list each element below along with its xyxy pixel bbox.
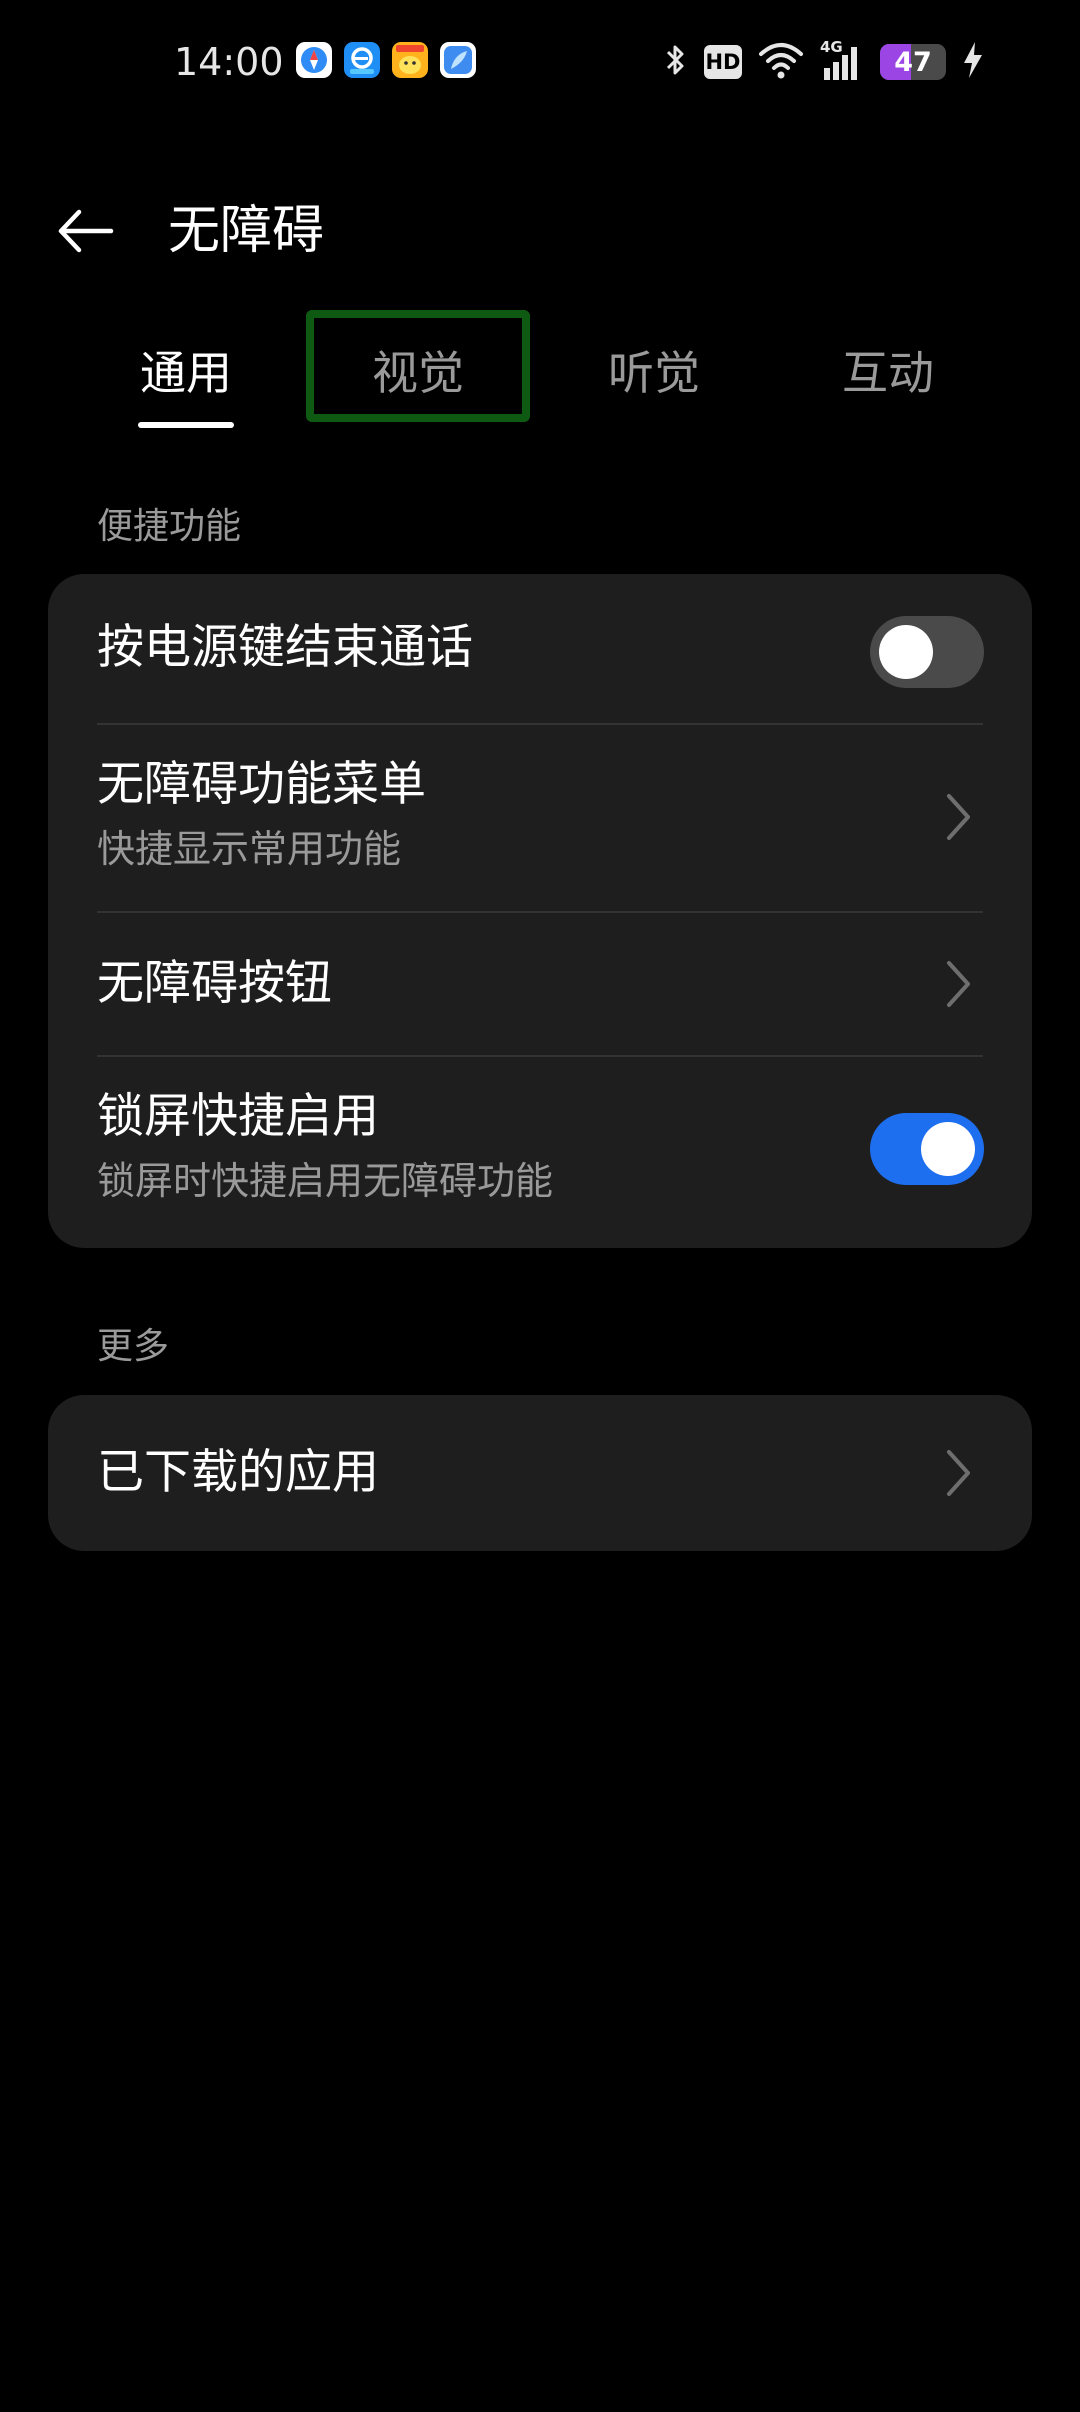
battery-indicator: 47: [880, 44, 946, 80]
row-accessibility-button[interactable]: 无障碍按钮: [48, 913, 1032, 1055]
status-bar: 14:00 HD 4G 47: [0, 0, 1080, 125]
tab-interaction[interactable]: 互动: [788, 300, 988, 440]
row-downloaded-apps[interactable]: 已下载的应用: [48, 1395, 1032, 1551]
row-power-key-end-call[interactable]: 按电源键结束通话: [48, 574, 1032, 724]
power-key-end-call-toggle[interactable]: [870, 616, 984, 688]
chevron-right-icon: [938, 956, 978, 1012]
bluetooth-icon: [664, 40, 688, 84]
row-subtitle: 快捷显示常用功能: [97, 827, 402, 871]
charging-icon: [962, 40, 984, 84]
cellular-signal-icon: 4G: [820, 38, 864, 82]
toggle-knob: [921, 1122, 975, 1176]
tab-hearing[interactable]: 听觉: [554, 300, 754, 440]
back-arrow-icon: [58, 209, 114, 253]
browser-app-icon: [344, 42, 380, 78]
wifi-icon: [758, 40, 804, 84]
tab-vision[interactable]: 视觉: [318, 300, 518, 440]
page-title: 无障碍: [168, 201, 325, 261]
active-tab-indicator: [138, 422, 234, 428]
row-lockscreen-shortcut[interactable]: 锁屏快捷启用 锁屏时快捷启用无障碍功能: [48, 1057, 1032, 1248]
more-card: 已下载的应用: [48, 1395, 1032, 1551]
hd-badge: HD: [704, 45, 742, 79]
status-icons: HD 4G 47: [664, 38, 984, 84]
section-label-more: 更多: [97, 1326, 170, 1367]
row-subtitle: 锁屏时快捷启用无障碍功能: [97, 1159, 554, 1203]
section-label-shortcuts: 便捷功能: [97, 506, 242, 547]
lockscreen-shortcut-toggle[interactable]: [870, 1113, 984, 1185]
row-title: 锁屏快捷启用: [97, 1089, 379, 1144]
back-button[interactable]: [50, 196, 120, 266]
game-app-icon: [392, 42, 428, 78]
feather-app-icon: [440, 42, 476, 78]
chevron-right-icon: [938, 1445, 978, 1501]
toggle-knob: [879, 625, 933, 679]
row-title: 按电源键结束通话: [97, 620, 473, 675]
status-time: 14:00: [174, 40, 284, 84]
tab-general[interactable]: 通用: [86, 300, 286, 440]
row-title: 已下载的应用: [97, 1445, 379, 1500]
compass-app-icon: [296, 42, 332, 78]
row-title: 无障碍按钮: [97, 956, 332, 1011]
notification-icons: [296, 42, 476, 78]
row-title: 无障碍功能菜单: [97, 757, 426, 812]
shortcuts-card: 按电源键结束通话 无障碍功能菜单 快捷显示常用功能 无障碍按钮 锁屏快捷启用 锁…: [48, 574, 1032, 1248]
chevron-right-icon: [938, 789, 978, 845]
tab-bar: 通用 视觉 听觉 互动: [0, 300, 1080, 440]
row-accessibility-menu[interactable]: 无障碍功能菜单 快捷显示常用功能: [48, 725, 1032, 911]
battery-level-text: 47: [894, 46, 932, 78]
